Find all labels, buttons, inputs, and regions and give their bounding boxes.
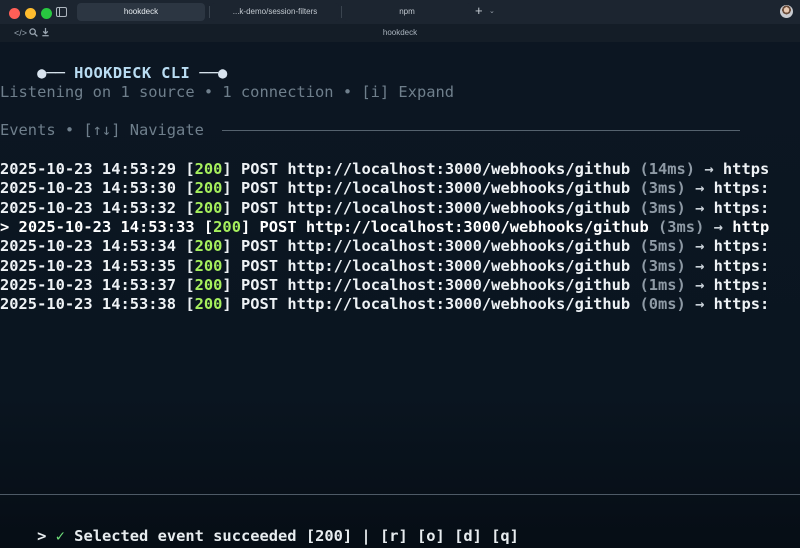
banner-title: HOOKDECK CLI [74,64,191,82]
event-url: http://localhost:3000/webhooks/github [287,198,631,217]
listening-status: Listening on 1 source • 1 connection • [… [0,83,455,101]
event-destination: https: [713,179,770,198]
event-status: 200 [194,275,223,294]
tab-divider [209,6,210,18]
arrow-right-icon: → [704,160,714,178]
event-row[interactable]: 2025-10-23 14:53:34 [200] POST http://lo… [0,236,769,256]
event-url: http://localhost:3000/webhooks/github [305,217,649,236]
footer-message: Selected event succeeded [200] | [r] [o]… [64,527,519,545]
event-row-selected[interactable]: > 2025-10-23 14:53:33 [200] POST http://… [0,217,769,237]
close-window-button[interactable] [9,8,20,19]
minimize-window-button[interactable] [25,8,36,19]
event-duration: (14ms) [639,160,696,178]
event-destination: https: [713,295,770,314]
events-header-divider [222,130,740,131]
tab-divider [341,6,342,18]
event-url: http://localhost:3000/webhooks/github [287,275,631,294]
event-method: POST [240,179,279,198]
event-destination: https: [713,198,770,217]
prompt-caret: > [37,527,56,545]
title-bar: hookdeck ...k-demo/session-filters npm +… [0,0,800,24]
arrow-right-icon: → [695,295,705,314]
event-duration: (3ms) [639,256,686,275]
event-destination: http [732,217,770,236]
terminal-toolbar: </> hookdeck [0,24,800,42]
event-method: POST [259,217,297,236]
tab-npm[interactable]: npm [343,3,471,21]
window-title: hookdeck [382,28,418,37]
footer-divider [0,494,800,495]
event-method: POST [240,295,279,314]
event-duration: (1ms) [639,275,686,294]
event-status: 200 [194,256,223,275]
event-method: POST [240,198,279,217]
event-row[interactable]: 2025-10-23 14:53:35 [200] POST http://lo… [0,256,769,276]
event-method: POST [240,160,279,178]
event-url: http://localhost:3000/webhooks/github [287,179,631,198]
event-duration: (3ms) [639,198,686,217]
arrow-right-icon: → [695,198,705,217]
arrow-right-icon: → [695,256,705,275]
event-row[interactable]: 2025-10-23 14:53:30 [200] POST http://lo… [0,178,769,198]
event-row[interactable]: 2025-10-23 14:53:32 [200] POST http://lo… [0,198,769,218]
event-duration: (5ms) [639,237,686,256]
event-destination: https: [713,237,770,256]
event-timestamp: 2025-10-23 14:53:37 [0,275,177,294]
terminal-output[interactable]: ●── HOOKDECK CLI ──● Listening on 1 sour… [0,42,800,548]
event-method: POST [240,275,279,294]
event-status: 200 [213,217,241,236]
selection-caret: > [0,217,19,236]
event-timestamp: 2025-10-23 14:53:29 [0,160,177,178]
event-duration: (3ms) [658,217,705,236]
event-status: 200 [194,237,223,256]
new-tab-button[interactable]: + [475,2,483,20]
event-url: http://localhost:3000/webhooks/github [287,160,631,178]
event-destination: https [722,160,770,178]
event-destination: https: [713,275,770,294]
event-status: 200 [194,179,223,198]
event-url: http://localhost:3000/webhooks/github [287,256,631,275]
arrow-right-icon: → [713,217,723,236]
arrow-right-icon: → [695,179,705,198]
arrow-right-icon: → [695,237,705,256]
event-duration: (0ms) [639,295,686,314]
event-duration: (3ms) [639,179,686,198]
tab-session-filters[interactable]: ...k-demo/session-filters [211,3,339,21]
arrow-right-icon: → [695,275,705,294]
event-timestamp: 2025-10-23 14:53:35 [0,256,177,275]
event-row[interactable]: 2025-10-23 14:53:29 [200] POST http://lo… [0,159,769,179]
zoom-window-button[interactable] [41,8,52,19]
sidebar-toggle-icon[interactable] [56,7,67,17]
event-status: 200 [194,160,223,178]
event-status: 200 [194,295,223,314]
check-icon: ✓ [55,527,65,545]
event-method: POST [240,237,279,256]
event-timestamp: 2025-10-23 14:53:32 [0,198,177,217]
event-url: http://localhost:3000/webhooks/github [287,237,631,256]
event-method: POST [240,256,279,275]
banner-left-ornament: ●── [37,64,75,82]
footer-status: > ✓ Selected event succeeded [200] | [r]… [0,506,519,548]
avatar[interactable] [780,5,793,18]
tab-hookdeck[interactable]: hookdeck [77,3,205,21]
event-timestamp: 2025-10-23 14:53:33 [18,217,195,236]
event-row[interactable]: 2025-10-23 14:53:37 [200] POST http://lo… [0,275,769,295]
event-timestamp: 2025-10-23 14:53:34 [0,237,177,256]
banner-right-ornament: ──● [190,64,228,82]
event-url: http://localhost:3000/webhooks/github [287,295,631,314]
event-destination: https: [713,256,770,275]
event-timestamp: 2025-10-23 14:53:30 [0,179,177,198]
event-timestamp: 2025-10-23 14:53:38 [0,295,177,314]
events-header: Events • [↑↓] Navigate [0,121,204,139]
event-row[interactable]: 2025-10-23 14:53:38 [200] POST http://lo… [0,294,769,314]
tab-menu-chevron-icon[interactable]: ⌄ [489,4,495,20]
event-status: 200 [194,198,223,217]
